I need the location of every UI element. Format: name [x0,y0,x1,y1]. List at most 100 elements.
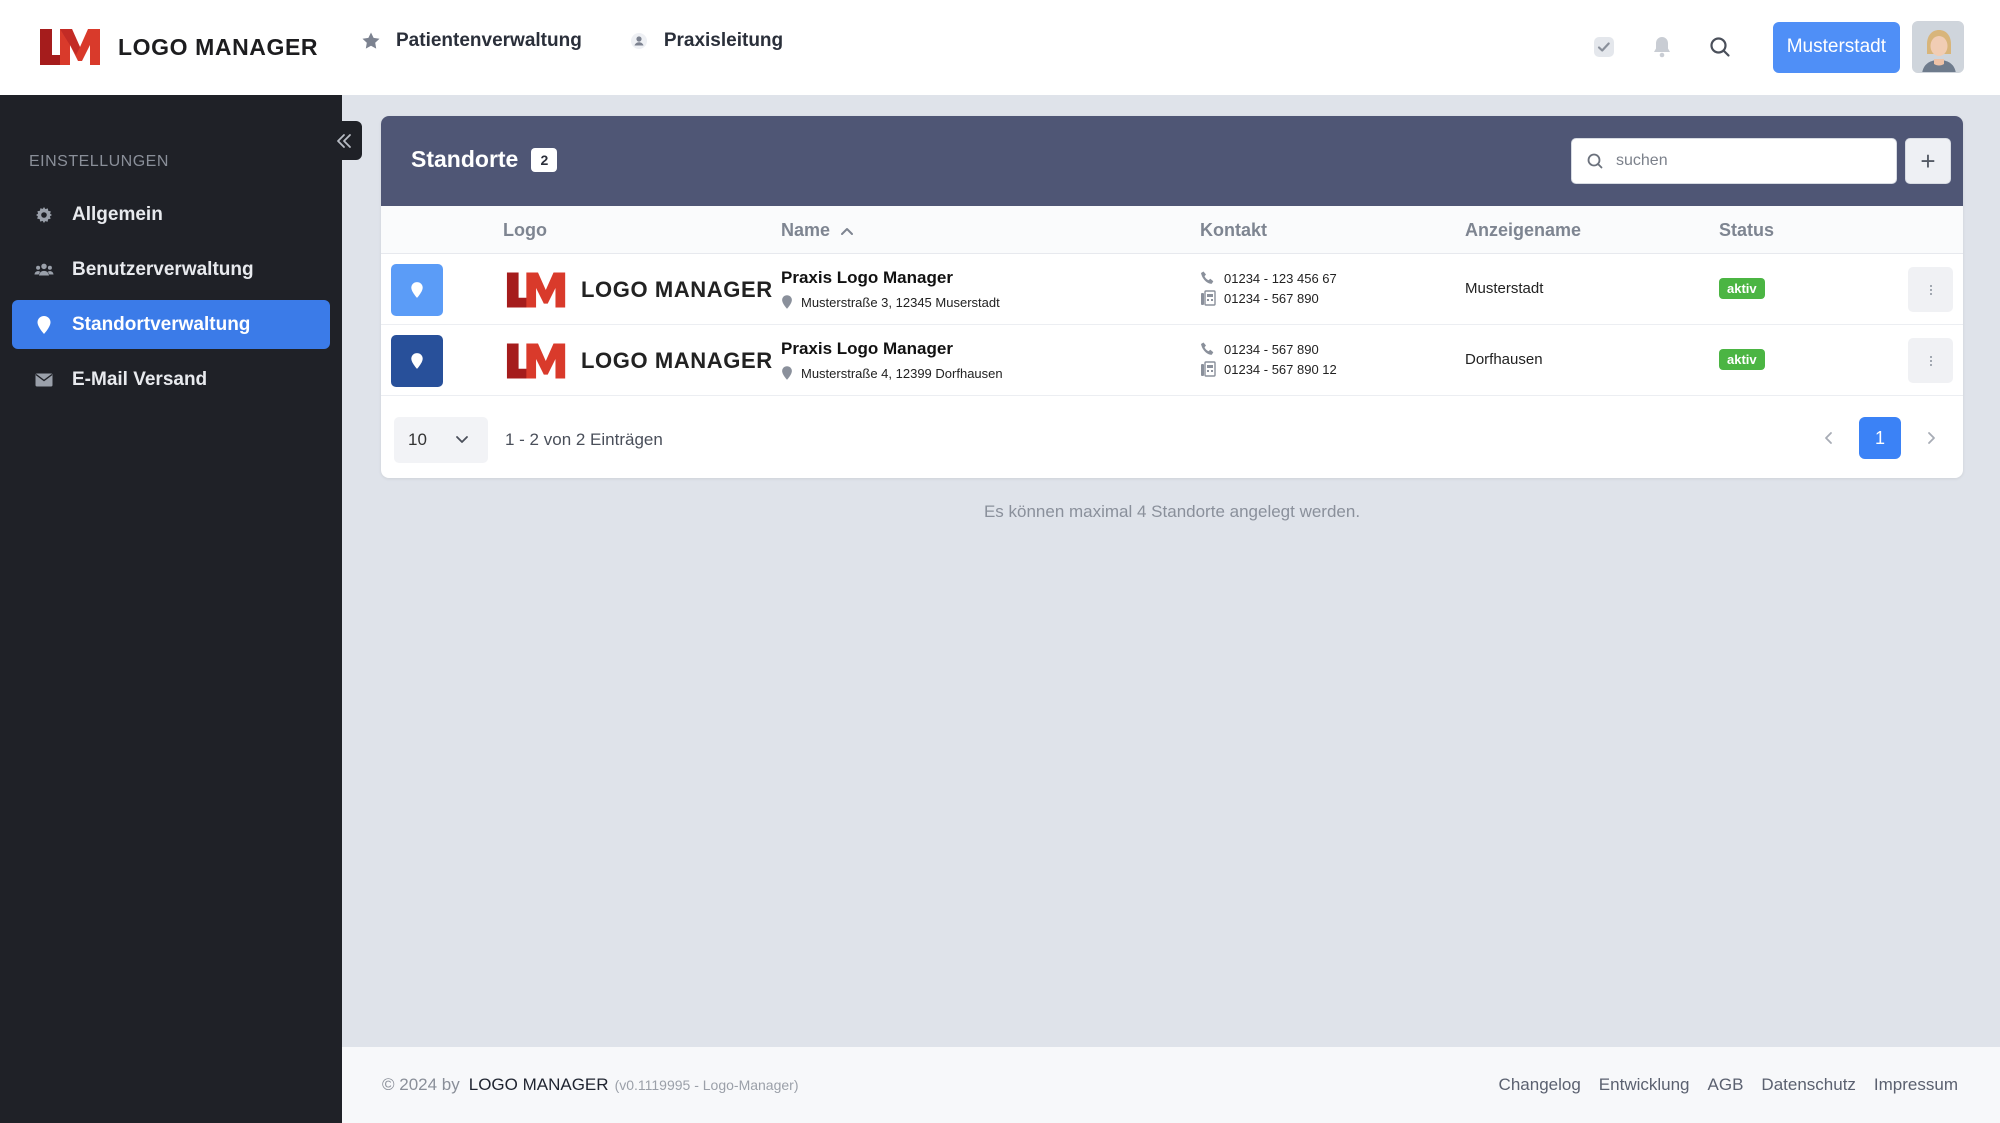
chevron-down-icon [456,436,468,443]
brand-mark-icon [506,343,566,379]
more-vertical-icon [1929,284,1932,295]
search-input[interactable] [1616,152,1876,170]
page-size-value: 10 [408,430,427,449]
pagination: 1 [1809,417,1951,459]
locations-card: Standorte 2 + Logo Name Kontakt Anzeigen… [381,116,1963,478]
nav-label: Patientenverwaltung [396,30,582,51]
phone-icon [1201,271,1214,284]
status-badge: aktiv [1719,278,1765,299]
page-size-select[interactable]: 10 [394,417,488,463]
fax-icon [1201,290,1216,306]
double-chevron-left-icon [337,133,351,148]
chevron-left-icon [1825,432,1832,444]
users-icon [34,260,54,280]
search-icon[interactable] [1703,30,1737,64]
status-badge: aktiv [1719,349,1765,370]
column-header-kontakt: Kontakt [1200,220,1267,240]
sidebar-menu: Allgemein Benutzerverwaltung Standortver… [12,190,330,410]
sidebar-item-standortverwaltung[interactable]: Standortverwaltung [12,300,330,349]
contact-cell: 01234 - 567 890 01234 - 567 890 12 [1200,339,1337,379]
more-vertical-icon [1929,355,1932,366]
user-icon [628,30,650,52]
column-header-name[interactable]: Name [781,220,854,241]
search-field[interactable] [1571,138,1897,184]
phone-number: 01234 - 567 890 [1224,341,1319,357]
column-header-status: Status [1719,220,1775,240]
check-icon[interactable] [1587,30,1621,64]
sidebar-section-title: EINSTELLUNGEN [29,153,169,170]
nav-label: Praxisleitung [663,30,784,51]
bell-icon[interactable] [1645,30,1679,64]
contact-cell: 01234 - 123 456 67 01234 - 567 890 [1200,268,1337,308]
map-pin-icon [782,366,792,380]
count-badge: 2 [531,147,558,172]
search-icon [1587,153,1603,169]
fax-number: 01234 - 567 890 [1224,290,1319,306]
footer-link-agb[interactable]: AGB [1708,1075,1744,1095]
card-title-text: Standorte [411,146,519,172]
location-logo: LOGO MANAGER [505,270,773,310]
max-locations-hint: Es können maximal 4 Standorte angelegt w… [983,502,1361,521]
location-name: Praxis Logo Manager [781,339,953,358]
column-header-anzeigename: Anzeigename [1465,220,1582,240]
address-text: Musterstraße 3, 12345 Muserstadt [801,294,1000,310]
display-name: Dorfhausen [1465,351,1543,368]
footer-link-datenschutz[interactable]: Datenschutz [1761,1075,1856,1095]
card-header: Standorte 2 + [381,116,1963,206]
sidebar-item-allgemein[interactable]: Allgemein [12,190,330,239]
table-footer: 10 1 - 2 von 2 Einträgen 1 [381,396,1963,478]
map-pin-icon [34,315,54,335]
avatar[interactable] [1912,21,1964,73]
sidebar-item-benutzerverwaltung[interactable]: Benutzerverwaltung [12,245,330,294]
table-row[interactable]: LOGO MANAGER Praxis Logo Manager Musters… [381,254,1963,325]
brand-logo[interactable]: LOGO MANAGER [38,26,318,68]
fax-icon [1201,361,1216,377]
brand-mark-icon [40,29,100,65]
brand-name: LOGO MANAGER [118,33,319,60]
envelope-icon [34,370,54,390]
sidebar-collapse-button[interactable] [326,121,362,160]
footer-link-entwicklung[interactable]: Entwicklung [1599,1075,1690,1095]
pagination-range: 1 - 2 von 2 Einträgen [505,430,663,449]
table-header: Logo Name Kontakt Anzeigename Status [381,206,1963,254]
column-header-logo: Logo [503,220,547,240]
next-page-button[interactable] [1911,417,1951,459]
sort-ascending-icon [841,227,854,235]
footer-link-impressum[interactable]: Impressum [1874,1075,1958,1095]
logo-text: LOGO MANAGER [581,277,773,302]
top-right-actions: Musterstadt [1587,21,1964,73]
fax-number: 01234 - 567 890 12 [1224,361,1337,377]
gear-icon [34,205,54,225]
star-icon [360,30,382,52]
address-text: Musterstraße 4, 12399 Dorfhausen [801,365,1003,381]
brand-mark-icon [506,272,566,308]
sidebar-item-email-versand[interactable]: E-Mail Versand [12,355,330,404]
top-bar: LOGO MANAGER Patientenverwaltung Praxisl… [0,0,2000,95]
location-name-cell: Praxis Logo Manager Musterstraße 4, 1239… [781,339,1003,381]
row-actions-button[interactable] [1908,267,1953,312]
table-row[interactable]: LOGO MANAGER Praxis Logo Manager Musters… [381,325,1963,396]
top-navigation: Patientenverwaltung Praxisleitung [360,30,829,52]
map-pin-icon [411,282,423,298]
display-name: Musterstadt [1465,280,1544,297]
page-button-current[interactable]: 1 [1859,417,1901,459]
row-actions-button[interactable] [1908,338,1953,383]
page-footer: © 2024 by LOGO MANAGER (v0.1119995 - Log… [342,1047,2000,1123]
footer-brand: LOGO MANAGER [468,1075,609,1094]
footer-link-changelog[interactable]: Changelog [1499,1075,1581,1095]
copyright-text: © 2024 by [382,1075,460,1094]
location-pin-button[interactable] [391,264,443,316]
version-text: (v0.1119995 - Logo-Manager) [614,1077,799,1093]
page-title: Standorte 2 [411,146,558,173]
location-address: Musterstraße 3, 12345 Muserstadt [781,294,1000,310]
nav-patientenverwaltung[interactable]: Patientenverwaltung [360,30,582,52]
location-address: Musterstraße 4, 12399 Dorfhausen [781,365,1003,381]
previous-page-button[interactable] [1809,417,1849,459]
location-name-cell: Praxis Logo Manager Musterstraße 3, 1234… [781,268,1000,310]
sidebar-item-label: Benutzerverwaltung [72,258,254,280]
add-location-button[interactable]: + [1905,138,1951,184]
location-name: Praxis Logo Manager [781,268,953,287]
location-switch-button[interactable]: Musterstadt [1772,21,1900,73]
location-pin-button[interactable] [391,335,443,387]
nav-praxisleitung[interactable]: Praxisleitung [628,30,783,52]
